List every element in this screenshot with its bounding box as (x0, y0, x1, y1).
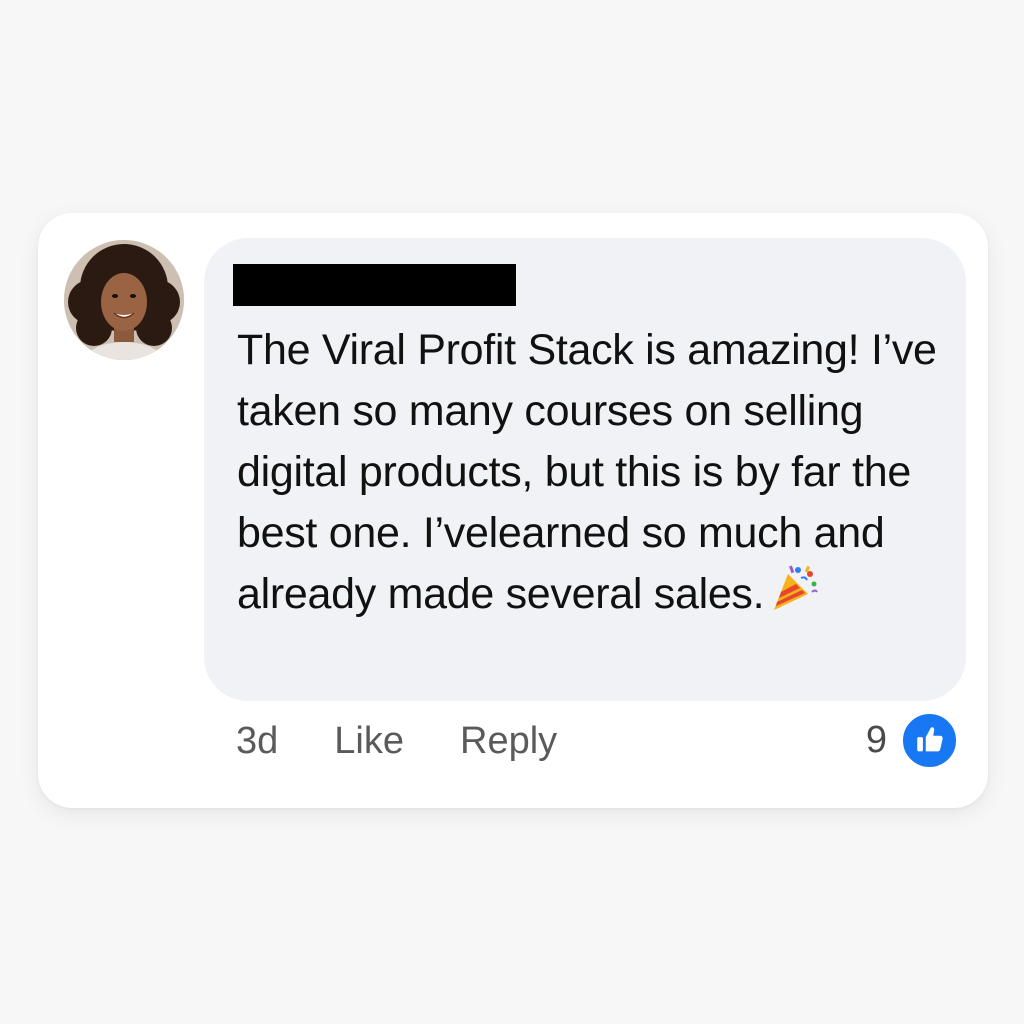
like-button[interactable]: Like (334, 720, 404, 763)
comment-text-container: The Viral Profit Stack is amazing! I’ve … (237, 320, 952, 631)
comment-text: The Viral Profit Stack is amazing! I’ve … (237, 326, 937, 618)
comment-card: The Viral Profit Stack is amazing! I’ve … (38, 213, 988, 808)
avatar[interactable] (64, 240, 184, 360)
reaction-count: 9 (865, 718, 887, 761)
reply-button[interactable]: Reply (460, 720, 557, 763)
party-popper-icon (768, 564, 819, 631)
avatar-photo (64, 240, 184, 360)
like-thumb-icon (901, 711, 958, 769)
comment-bubble: The Viral Profit Stack is amazing! I’ve … (204, 238, 966, 701)
comment-timestamp[interactable]: 3d (236, 720, 278, 763)
author-name-redacted[interactable] (233, 264, 516, 306)
comment-actions: 3d Like Reply (236, 713, 613, 769)
reaction-summary[interactable]: 9 (866, 710, 958, 770)
